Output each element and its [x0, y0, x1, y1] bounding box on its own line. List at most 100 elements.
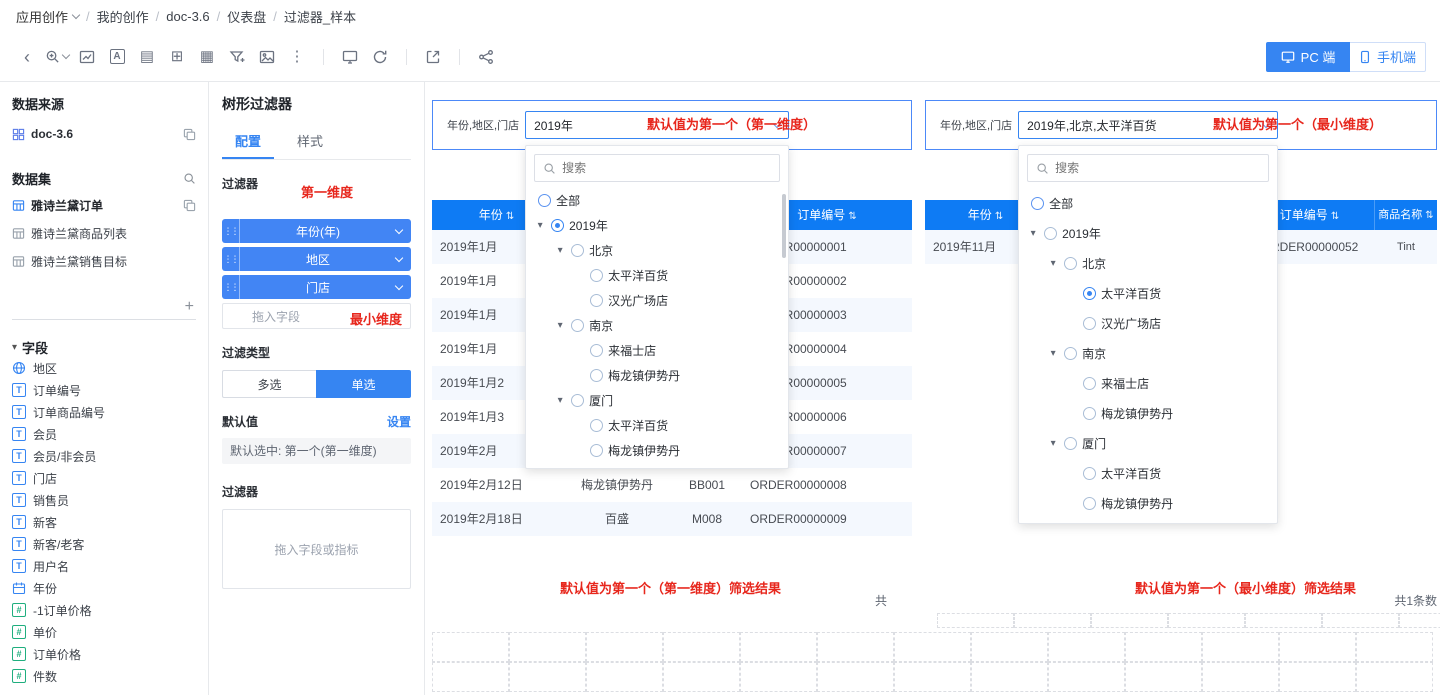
add-component-button[interactable]: ⊞	[164, 44, 190, 70]
dimension-pill-year[interactable]: ⋮⋮ 年份(年)	[222, 219, 411, 243]
sort-icon[interactable]: ⇅	[506, 211, 514, 222]
scrollbar-thumb[interactable]	[782, 194, 786, 258]
tree-item-xiamen[interactable]: ▾厦门	[526, 388, 788, 413]
radio-icon[interactable]	[571, 319, 584, 332]
breadcrumb-item-dashboard[interactable]: 仪表盘	[227, 7, 266, 26]
radio-icon[interactable]	[1083, 407, 1096, 420]
zoom-select-button[interactable]	[44, 44, 70, 70]
radio-icon[interactable]	[1083, 377, 1096, 390]
mobile-view-button[interactable]: 手机端	[1350, 42, 1426, 72]
radio-icon[interactable]	[590, 419, 603, 432]
field-item[interactable]: #件数	[12, 665, 196, 687]
field-item[interactable]: T销售员	[12, 489, 196, 511]
dataset-item-products[interactable]: 雅诗兰黛商品列表	[12, 222, 196, 244]
field-search-input[interactable]	[12, 300, 183, 314]
radio-icon[interactable]	[1083, 467, 1096, 480]
tree-item-xiamen[interactable]: ▾厦门	[1019, 428, 1277, 458]
tree-item-all[interactable]: 全部	[1019, 188, 1277, 218]
pc-view-button[interactable]: PC 端	[1266, 42, 1350, 72]
field-item-year[interactable]: 年份	[12, 577, 196, 599]
field-item[interactable]: T用户名	[12, 555, 196, 577]
radio-icon[interactable]	[590, 444, 603, 457]
field-item-region[interactable]: 地区	[12, 357, 196, 379]
single-select-button[interactable]: 单选	[316, 370, 411, 398]
column-header-product[interactable]: 商品名称⇅	[1375, 200, 1437, 230]
radio-icon[interactable]	[1083, 317, 1096, 330]
tree-item-2019[interactable]: ▾2019年	[526, 213, 788, 238]
field-or-metric-drop-zone[interactable]: 拖入字段或指标	[222, 509, 411, 589]
copy-icon[interactable]	[183, 128, 196, 141]
caret-down-icon[interactable]: ▾	[1047, 348, 1059, 359]
field-drop-zone[interactable]: 拖入字段 最小维度	[222, 303, 411, 329]
sort-icon[interactable]: ⇅	[848, 211, 856, 222]
sort-icon[interactable]: ⇅	[1331, 211, 1339, 222]
search-icon[interactable]	[183, 172, 196, 185]
radio-icon[interactable]	[1044, 227, 1057, 240]
tree-item-store[interactable]: 梅龙镇伊势丹	[526, 363, 788, 388]
add-field-icon[interactable]: +	[183, 298, 196, 316]
preview-button[interactable]	[337, 44, 363, 70]
breadcrumb-item-doc[interactable]: doc-3.6	[166, 9, 209, 24]
drag-handle-icon[interactable]: ⋮⋮	[222, 275, 240, 299]
dataset-item-orders[interactable]: 雅诗兰黛订单	[12, 194, 196, 216]
radio-icon[interactable]	[1031, 197, 1044, 210]
tab-style[interactable]: 样式	[284, 124, 336, 159]
app-create-menu[interactable]: 应用创作	[16, 7, 79, 26]
multi-select-button[interactable]: 多选	[222, 370, 316, 398]
field-item[interactable]: T订单编号	[12, 379, 196, 401]
caret-down-icon[interactable]: ▾	[1047, 438, 1059, 449]
tree-item-2019[interactable]: ▾2019年	[1019, 218, 1277, 248]
tree-item-nanjing[interactable]: ▾南京	[1019, 338, 1277, 368]
table-component-button[interactable]: ▤	[134, 44, 160, 70]
field-item[interactable]: #订单价格	[12, 643, 196, 665]
radio-icon[interactable]	[590, 269, 603, 282]
radio-selected-icon[interactable]	[551, 219, 564, 232]
tree-item-store[interactable]: 来福士店	[1019, 368, 1277, 398]
tree-item-store[interactable]: 太平洋百货	[526, 263, 788, 288]
more-button[interactable]: ⋮	[284, 44, 310, 70]
field-item[interactable]: T门店	[12, 467, 196, 489]
chevron-down-icon[interactable]	[395, 282, 403, 290]
widget-grid-button[interactable]: ▦	[194, 44, 220, 70]
chart-component-button[interactable]	[74, 44, 100, 70]
sort-icon[interactable]: ⇅	[1425, 210, 1433, 221]
back-button[interactable]: ‹	[14, 44, 40, 70]
dashboard-canvas[interactable]: 年份⇅ 订单编号⇅ 2019年1月ORDER00000001 2019年1月OR…	[425, 82, 1440, 695]
field-item[interactable]: T会员	[12, 423, 196, 445]
tree-item-store[interactable]: 汉光广场店	[526, 288, 788, 313]
radio-icon[interactable]	[1064, 437, 1077, 450]
dimension-pill-region[interactable]: ⋮⋮ 地区	[222, 247, 411, 271]
tab-config[interactable]: 配置	[222, 124, 274, 159]
field-item[interactable]: T订单商品编号	[12, 401, 196, 423]
field-item[interactable]: T会员/非会员	[12, 445, 196, 467]
share-button[interactable]	[473, 44, 499, 70]
field-item[interactable]: #-1订单价格	[12, 599, 196, 621]
field-item[interactable]: T新客/老客	[12, 533, 196, 555]
tree-item-all[interactable]: 全部	[526, 188, 788, 213]
copy-icon[interactable]	[183, 199, 196, 212]
data-source-item[interactable]: doc-3.6	[12, 121, 196, 147]
radio-icon[interactable]	[1064, 257, 1077, 270]
chevron-down-icon[interactable]	[395, 254, 403, 262]
text-component-button[interactable]: A	[104, 44, 130, 70]
radio-icon[interactable]	[1083, 497, 1096, 510]
tree-item-nanjing[interactable]: ▾南京	[526, 313, 788, 338]
field-item[interactable]: T新客	[12, 511, 196, 533]
radio-icon[interactable]	[538, 194, 551, 207]
caret-down-icon[interactable]: ▾	[1047, 258, 1059, 269]
drag-handle-icon[interactable]: ⋮⋮	[222, 219, 240, 243]
chevron-down-icon[interactable]	[395, 226, 403, 234]
radio-selected-icon[interactable]	[1083, 287, 1096, 300]
export-button[interactable]	[420, 44, 446, 70]
dimension-pill-store[interactable]: ⋮⋮ 门店	[222, 275, 411, 299]
tree-item-store[interactable]: 汉光广场店	[1019, 308, 1277, 338]
dataset-item-targets[interactable]: 雅诗兰黛销售目标	[12, 250, 196, 272]
radio-icon[interactable]	[1064, 347, 1077, 360]
caret-down-icon[interactable]: ▾	[1027, 228, 1039, 239]
radio-icon[interactable]	[571, 394, 584, 407]
fields-section-header[interactable]: ▾ 字段	[12, 338, 196, 357]
refresh-button[interactable]	[367, 44, 393, 70]
tree-item-store[interactable]: 梅龙镇伊势丹	[1019, 488, 1277, 518]
tree-search-input[interactable]	[1055, 161, 1260, 175]
radio-icon[interactable]	[571, 244, 584, 257]
